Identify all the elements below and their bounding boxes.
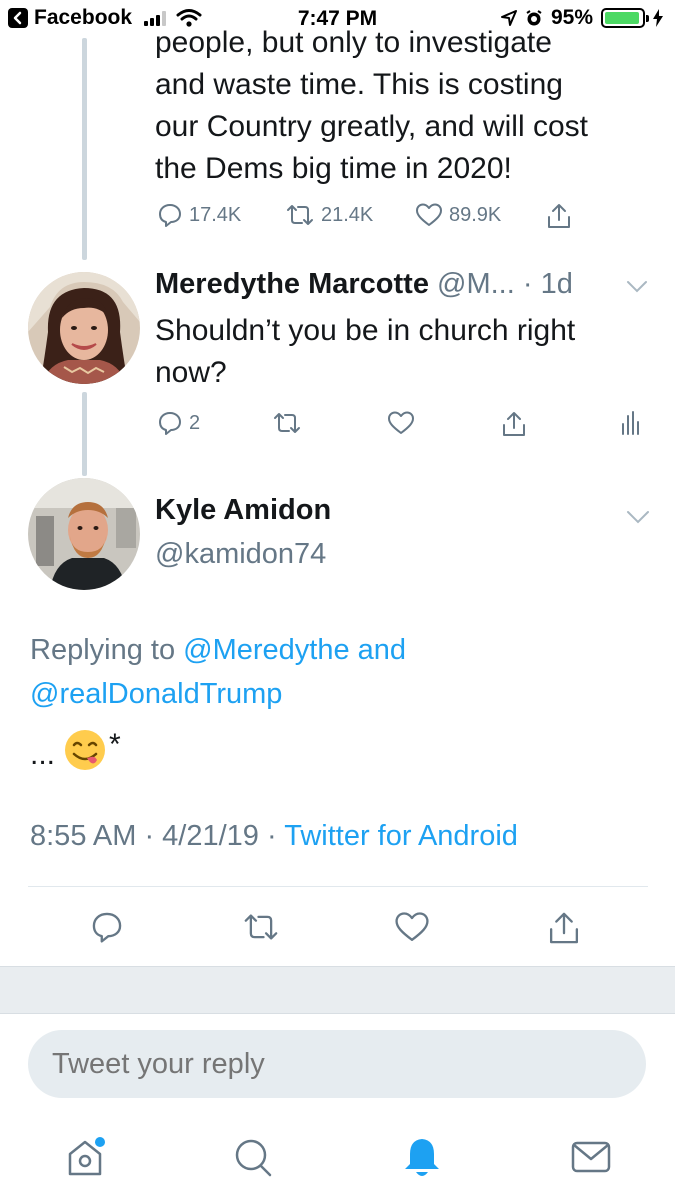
share-action[interactable] bbox=[546, 910, 582, 946]
heart-icon bbox=[388, 411, 414, 434]
retweet-action[interactable]: 21.4K bbox=[285, 202, 373, 228]
heart-icon bbox=[416, 203, 442, 226]
analytics-icon bbox=[622, 411, 639, 435]
analytics-action[interactable] bbox=[620, 410, 640, 436]
tab-home[interactable] bbox=[66, 1136, 108, 1183]
share-icon bbox=[549, 912, 579, 944]
like-action[interactable] bbox=[387, 410, 415, 436]
parent-tweet-line: the Dems big time in 2020! bbox=[155, 152, 512, 185]
parent-tweet-line: our Country greatly, and will cost bbox=[155, 110, 588, 143]
reply-tweet-line: now? bbox=[155, 356, 227, 389]
asterisk-text: * bbox=[109, 728, 121, 761]
share-icon bbox=[503, 412, 525, 436]
reply-icon bbox=[92, 912, 122, 943]
author-name[interactable]: Kyle Amidon bbox=[155, 494, 331, 526]
avatar[interactable] bbox=[28, 478, 140, 590]
retweet-icon bbox=[244, 914, 278, 940]
yummy-face-emoji-icon bbox=[65, 730, 106, 770]
divider bbox=[28, 886, 648, 887]
tweet-age: · 1d bbox=[522, 268, 573, 300]
like-action[interactable]: 89.9K bbox=[415, 202, 501, 228]
main-tweet-text: ... * bbox=[30, 728, 121, 772]
retweet-count: 21.4K bbox=[321, 203, 374, 226]
like-count: 89.9K bbox=[449, 203, 502, 226]
timestamp-text: 8:55 AM · 4/21/19 · bbox=[30, 820, 277, 852]
reply-tweet-actions: 2 bbox=[0, 410, 675, 440]
reply-input[interactable] bbox=[28, 1030, 646, 1098]
tab-bar bbox=[0, 1120, 675, 1200]
notifications-icon bbox=[405, 1139, 439, 1176]
avatar[interactable] bbox=[28, 272, 140, 384]
replying-to: Replying to @Meredythe and @realDonaldTr… bbox=[30, 628, 630, 716]
reply-tweet-text: Shouldn’t you be in church right now? bbox=[155, 310, 655, 394]
author-name[interactable]: Meredythe Marcotte bbox=[155, 268, 429, 300]
share-action[interactable] bbox=[500, 410, 528, 438]
reply-count: 17.4K bbox=[189, 203, 242, 226]
reply-icon bbox=[159, 204, 181, 227]
source-link[interactable]: Twitter for Android bbox=[284, 820, 518, 852]
tab-notifications[interactable] bbox=[402, 1136, 442, 1183]
search-icon bbox=[235, 1139, 272, 1177]
reply-count: 2 bbox=[189, 411, 201, 434]
replying-and[interactable]: and bbox=[358, 634, 406, 666]
author-handle[interactable]: @kamidon74 bbox=[155, 538, 326, 571]
tab-search[interactable] bbox=[234, 1136, 274, 1183]
like-action[interactable] bbox=[394, 910, 430, 944]
parent-tweet-line: people, but only to investigate bbox=[155, 26, 552, 59]
retweet-action[interactable] bbox=[242, 910, 280, 944]
replying-to-label: Replying to bbox=[30, 634, 176, 666]
reply-icon bbox=[159, 412, 181, 435]
share-action[interactable] bbox=[545, 202, 573, 230]
tweet-timestamp: 8:55 AM · 4/21/19 · Twitter for Android bbox=[30, 820, 518, 853]
main-tweet-actions bbox=[0, 910, 675, 944]
parent-tweet-text: people, but only to investigate and wast… bbox=[155, 22, 655, 190]
reply-action[interactable]: 2 bbox=[157, 410, 200, 436]
share-icon bbox=[548, 204, 570, 228]
chevron-down-icon[interactable] bbox=[626, 510, 650, 524]
reply-action[interactable] bbox=[90, 910, 124, 944]
reply-tweet-line: Shouldn’t you be in church right bbox=[155, 314, 576, 347]
retweet-icon bbox=[274, 413, 300, 433]
ellipsis-text: ... bbox=[30, 738, 56, 771]
mention-link[interactable]: @realDonaldTrump bbox=[30, 678, 282, 710]
home-icon bbox=[68, 1137, 105, 1176]
parent-tweet-actions: 17.4K 21.4K 89.9K bbox=[0, 202, 675, 232]
mention-link[interactable]: @Meredythe bbox=[183, 634, 349, 666]
reply-action[interactable]: 17.4K bbox=[157, 202, 241, 228]
reply-tweet-header: Meredythe Marcotte @M... · 1d bbox=[155, 268, 573, 301]
messages-icon bbox=[571, 1141, 611, 1173]
retweet-action[interactable] bbox=[272, 410, 302, 436]
main-tweet-header: Kyle Amidon bbox=[155, 494, 331, 527]
section-separator bbox=[0, 966, 675, 1014]
tab-messages[interactable] bbox=[570, 1136, 612, 1183]
parent-tweet-line: and waste time. This is costing bbox=[155, 68, 563, 101]
retweet-icon bbox=[287, 205, 313, 225]
author-handle[interactable]: @M... bbox=[437, 268, 515, 300]
chevron-down-icon[interactable] bbox=[626, 280, 648, 294]
heart-icon bbox=[395, 912, 429, 942]
